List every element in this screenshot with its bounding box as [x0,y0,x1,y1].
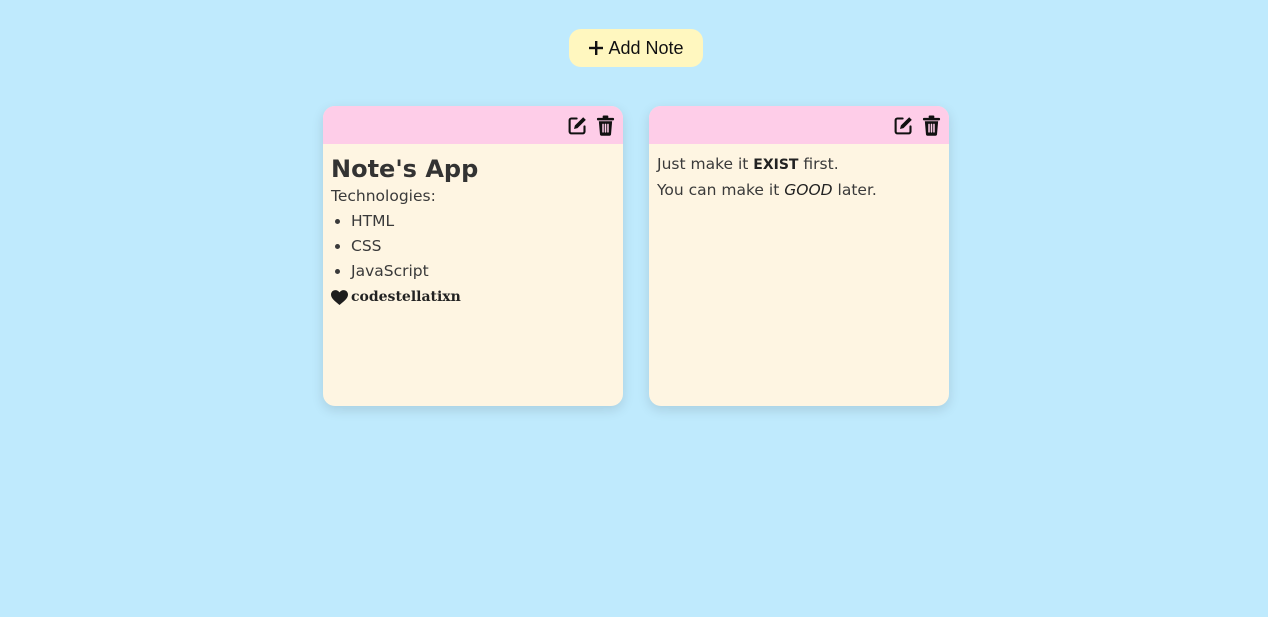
note-content[interactable]: Just make it EXIST first. You can make i… [649,144,949,211]
edit-icon[interactable] [565,113,589,137]
note-card: Note's App Technologies: HTML CSS JavaSc… [323,106,623,406]
note-content[interactable]: Note's App Technologies: HTML CSS JavaSc… [323,144,623,318]
note-card: Just make it EXIST first. You can make i… [649,106,949,406]
add-note-button[interactable]: Add Note [569,29,703,67]
note-text: Just make it [657,155,749,173]
signature-text: codestellatixn [351,289,461,305]
note-italic-text: GOOD [784,181,833,199]
note-text: first. [803,155,839,173]
list-item: JavaScript [351,259,615,284]
plus-icon [588,40,604,56]
list-item: HTML [351,209,615,234]
add-note-label: Add Note [608,37,684,58]
trash-icon[interactable] [593,113,617,137]
technology-list: HTML CSS JavaScript [331,209,615,284]
signature: codestellatixn [331,285,615,310]
heart-icon [331,290,348,305]
note-line: Just make it EXIST first. [657,152,941,178]
note-line: You can make it GOOD later. [657,178,941,203]
note-intro: Technologies: [331,187,436,205]
note-toolbar [323,106,623,144]
edit-icon[interactable] [891,113,915,137]
trash-icon[interactable] [919,113,943,137]
note-toolbar [649,106,949,144]
note-text: You can make it [657,181,780,199]
note-bold-text: EXIST [753,157,799,173]
list-item: CSS [351,234,615,259]
note-text: later. [837,181,877,199]
note-title: Note's App [331,155,479,183]
